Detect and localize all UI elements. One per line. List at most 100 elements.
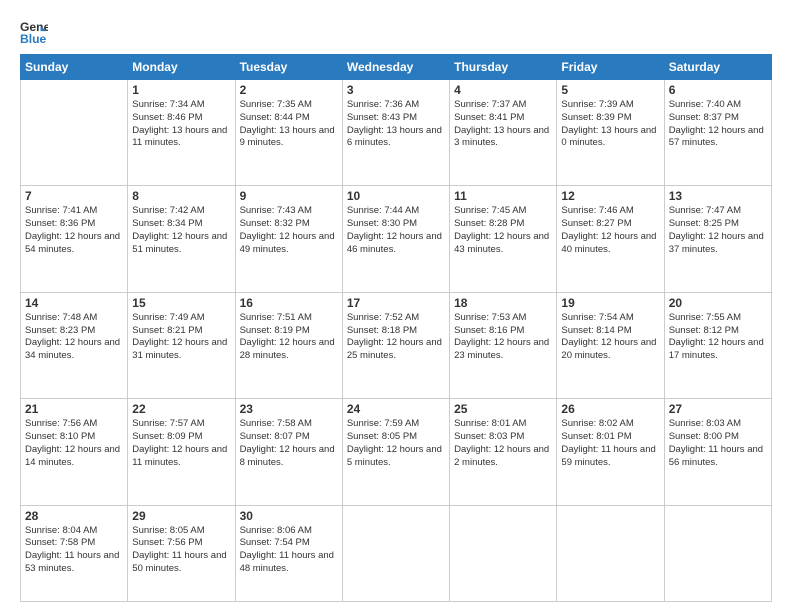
week-row-2: 14 Sunrise: 7:48 AMSunset: 8:23 PMDayligh…: [21, 292, 772, 398]
day-number: 19: [561, 296, 659, 310]
day-number: 8: [132, 189, 230, 203]
day-cell: 12 Sunrise: 7:46 AMSunset: 8:27 PMDayligh…: [557, 186, 664, 292]
day-cell: 15 Sunrise: 7:49 AMSunset: 8:21 PMDayligh…: [128, 292, 235, 398]
week-row-0: 1 Sunrise: 7:34 AMSunset: 8:46 PMDaylight…: [21, 80, 772, 186]
day-cell: 7Sunrise: 7:41 AMSunset: 8:36 PMDaylight…: [21, 186, 128, 292]
logo-icon: General Blue: [20, 18, 48, 46]
col-header-monday: Monday: [128, 55, 235, 80]
day-cell: 2Sunrise: 7:35 AMSunset: 8:44 PMDaylight…: [235, 80, 342, 186]
day-number: 29: [132, 509, 230, 523]
cell-info: Sunrise: 7:58 AMSunset: 8:07 PMDaylight:…: [240, 418, 338, 469]
cell-info: Sunrise: 7:44 AMSunset: 8:30 PMDaylight:…: [347, 205, 445, 256]
day-number: 10: [347, 189, 445, 203]
day-cell: 4 Sunrise: 7:37 AMSunset: 8:41 PMDaylight…: [450, 80, 557, 186]
cell-info: Sunrise: 7:37 AMSunset: 8:41 PMDaylight:…: [454, 99, 552, 150]
cell-info: Sunrise: 7:34 AMSunset: 8:46 PMDaylight:…: [132, 99, 230, 150]
cell-info: Sunrise: 7:57 AMSunset: 8:09 PMDaylight:…: [132, 418, 230, 469]
day-cell: 6 Sunrise: 7:40 AMSunset: 8:37 PMDaylight…: [664, 80, 771, 186]
day-number: 13: [669, 189, 767, 203]
day-number: 22: [132, 402, 230, 416]
cell-info: Sunrise: 7:43 AMSunset: 8:32 PMDaylight:…: [240, 205, 338, 256]
day-number: 17: [347, 296, 445, 310]
cell-info: Sunrise: 7:52 AMSunset: 8:18 PMDaylight:…: [347, 312, 445, 363]
col-header-tuesday: Tuesday: [235, 55, 342, 80]
day-cell: [557, 505, 664, 601]
day-cell: 22 Sunrise: 7:57 AMSunset: 8:09 PMDayligh…: [128, 399, 235, 505]
day-cell: [450, 505, 557, 601]
day-number: 1: [132, 83, 230, 97]
day-cell: 9 Sunrise: 7:43 AMSunset: 8:32 PMDaylight…: [235, 186, 342, 292]
cell-info: Sunrise: 7:53 AMSunset: 8:16 PMDaylight:…: [454, 312, 552, 363]
svg-text:Blue: Blue: [20, 32, 47, 46]
day-cell: 18 Sunrise: 7:53 AMSunset: 8:16 PMDayligh…: [450, 292, 557, 398]
day-number: 16: [240, 296, 338, 310]
day-cell: [21, 80, 128, 186]
calendar-table: SundayMondayTuesdayWednesdayThursdayFrid…: [20, 54, 772, 602]
cell-info: Sunrise: 7:51 AMSunset: 8:19 PMDaylight:…: [240, 312, 338, 363]
day-number: 14: [25, 296, 123, 310]
day-cell: [664, 505, 771, 601]
col-header-wednesday: Wednesday: [342, 55, 449, 80]
day-cell: 17 Sunrise: 7:52 AMSunset: 8:18 PMDayligh…: [342, 292, 449, 398]
day-number: 3: [347, 83, 445, 97]
cell-info: Sunrise: 7:40 AMSunset: 8:37 PMDaylight:…: [669, 99, 767, 150]
col-header-saturday: Saturday: [664, 55, 771, 80]
cell-info: Sunrise: 7:49 AMSunset: 8:21 PMDaylight:…: [132, 312, 230, 363]
cell-info: Sunrise: 7:47 AMSunset: 8:25 PMDaylight:…: [669, 205, 767, 256]
col-header-thursday: Thursday: [450, 55, 557, 80]
day-cell: 14 Sunrise: 7:48 AMSunset: 8:23 PMDayligh…: [21, 292, 128, 398]
cell-info: Sunrise: 7:48 AMSunset: 8:23 PMDaylight:…: [25, 312, 123, 363]
week-row-1: 7Sunrise: 7:41 AMSunset: 8:36 PMDaylight…: [21, 186, 772, 292]
day-number: 12: [561, 189, 659, 203]
day-number: 24: [347, 402, 445, 416]
cell-info: Sunrise: 8:06 AMSunset: 7:54 PMDaylight:…: [240, 525, 338, 576]
logo: General Blue: [20, 18, 48, 46]
day-cell: 19 Sunrise: 7:54 AMSunset: 8:14 PMDayligh…: [557, 292, 664, 398]
day-cell: 24Sunrise: 7:59 AMSunset: 8:05 PMDayligh…: [342, 399, 449, 505]
day-cell: 23 Sunrise: 7:58 AMSunset: 8:07 PMDayligh…: [235, 399, 342, 505]
col-header-friday: Friday: [557, 55, 664, 80]
cell-info: Sunrise: 7:46 AMSunset: 8:27 PMDaylight:…: [561, 205, 659, 256]
cell-info: Sunrise: 8:01 AMSunset: 8:03 PMDaylight:…: [454, 418, 552, 469]
day-number: 4: [454, 83, 552, 97]
day-cell: 8Sunrise: 7:42 AMSunset: 8:34 PMDaylight…: [128, 186, 235, 292]
cell-info: Sunrise: 8:03 AMSunset: 8:00 PMDaylight:…: [669, 418, 767, 469]
day-number: 23: [240, 402, 338, 416]
cell-info: Sunrise: 8:04 AMSunset: 7:58 PMDaylight:…: [25, 525, 123, 576]
day-number: 20: [669, 296, 767, 310]
page: General Blue SundayMondayTuesdayWednesda…: [0, 0, 792, 612]
day-cell: 30 Sunrise: 8:06 AMSunset: 7:54 PMDayligh…: [235, 505, 342, 601]
day-number: 7: [25, 189, 123, 203]
week-row-3: 21Sunrise: 7:56 AMSunset: 8:10 PMDayligh…: [21, 399, 772, 505]
day-cell: 28Sunrise: 8:04 AMSunset: 7:58 PMDayligh…: [21, 505, 128, 601]
cell-info: Sunrise: 7:39 AMSunset: 8:39 PMDaylight:…: [561, 99, 659, 150]
day-number: 30: [240, 509, 338, 523]
cell-info: Sunrise: 8:05 AMSunset: 7:56 PMDaylight:…: [132, 525, 230, 576]
cell-info: Sunrise: 7:35 AMSunset: 8:44 PMDaylight:…: [240, 99, 338, 150]
cell-info: Sunrise: 7:55 AMSunset: 8:12 PMDaylight:…: [669, 312, 767, 363]
day-number: 18: [454, 296, 552, 310]
day-number: 9: [240, 189, 338, 203]
day-cell: 21Sunrise: 7:56 AMSunset: 8:10 PMDayligh…: [21, 399, 128, 505]
day-cell: 29 Sunrise: 8:05 AMSunset: 7:56 PMDayligh…: [128, 505, 235, 601]
day-number: 15: [132, 296, 230, 310]
day-cell: 27 Sunrise: 8:03 AMSunset: 8:00 PMDayligh…: [664, 399, 771, 505]
day-cell: 25 Sunrise: 8:01 AMSunset: 8:03 PMDayligh…: [450, 399, 557, 505]
day-number: 25: [454, 402, 552, 416]
day-number: 5: [561, 83, 659, 97]
day-cell: 10 Sunrise: 7:44 AMSunset: 8:30 PMDayligh…: [342, 186, 449, 292]
day-cell: 16 Sunrise: 7:51 AMSunset: 8:19 PMDayligh…: [235, 292, 342, 398]
day-cell: 26 Sunrise: 8:02 AMSunset: 8:01 PMDayligh…: [557, 399, 664, 505]
col-header-sunday: Sunday: [21, 55, 128, 80]
day-number: 6: [669, 83, 767, 97]
cell-info: Sunrise: 7:56 AMSunset: 8:10 PMDaylight:…: [25, 418, 123, 469]
cell-info: Sunrise: 8:02 AMSunset: 8:01 PMDaylight:…: [561, 418, 659, 469]
day-cell: 5 Sunrise: 7:39 AMSunset: 8:39 PMDaylight…: [557, 80, 664, 186]
cell-info: Sunrise: 7:54 AMSunset: 8:14 PMDaylight:…: [561, 312, 659, 363]
cell-info: Sunrise: 7:36 AMSunset: 8:43 PMDaylight:…: [347, 99, 445, 150]
day-cell: 13 Sunrise: 7:47 AMSunset: 8:25 PMDayligh…: [664, 186, 771, 292]
day-number: 27: [669, 402, 767, 416]
day-number: 26: [561, 402, 659, 416]
header: General Blue: [20, 18, 772, 46]
day-cell: 1 Sunrise: 7:34 AMSunset: 8:46 PMDaylight…: [128, 80, 235, 186]
